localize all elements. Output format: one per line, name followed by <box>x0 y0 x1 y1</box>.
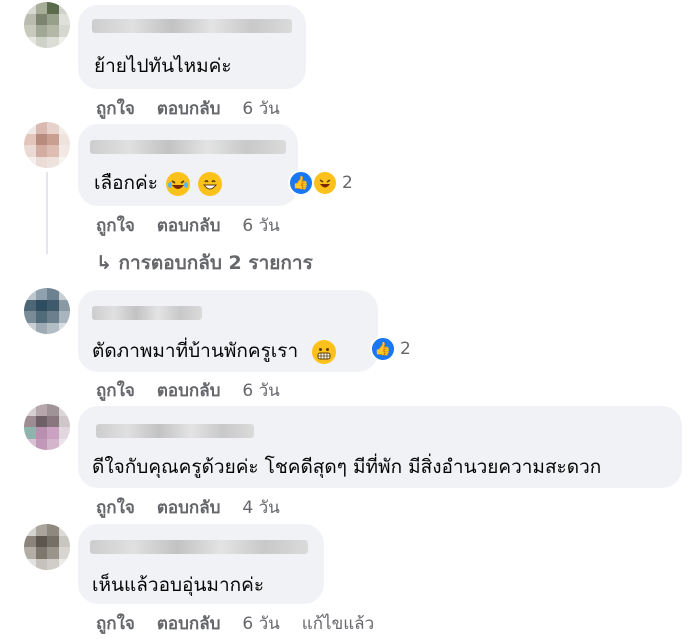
reply-arrow-icon: ↳ <box>96 252 112 274</box>
like-link[interactable]: ถูกใจ <box>96 99 135 119</box>
author-name[interactable] <box>96 424 254 438</box>
avatar[interactable] <box>24 2 70 48</box>
like-link[interactable]: ถูกใจ <box>96 216 135 236</box>
author-name[interactable] <box>90 140 286 154</box>
comment-text: เห็นแล้วอบอุ่นมากค่ะ <box>92 574 265 596</box>
comment-text: ตัดภาพมาที่บ้านพักครูเรา <box>92 336 337 366</box>
author-name[interactable] <box>92 306 202 320</box>
timestamp[interactable]: 6 วัน <box>242 614 279 634</box>
grimacing-emoji <box>312 339 337 364</box>
reply-link[interactable]: ตอบกลับ <box>157 614 221 634</box>
laughing-tears-emoji <box>166 171 191 196</box>
timestamp[interactable]: 6 วัน <box>242 99 279 119</box>
comment-actions: ถูกใจ ตอบกลับ 4 วัน <box>96 494 302 521</box>
timestamp[interactable]: 6 วัน <box>242 381 279 401</box>
edited-label: แก้ไขแล้ว <box>301 614 375 634</box>
like-icon: 👍 <box>370 336 396 362</box>
like-link[interactable]: ถูกใจ <box>96 614 135 634</box>
comment-bubble: ตัดภาพมาที่บ้านพักครูเรา <box>78 290 378 372</box>
like-link[interactable]: ถูกใจ <box>96 498 135 518</box>
comment-text: เลือกค่ะ <box>94 168 223 198</box>
reaction-count: 2 <box>342 173 353 193</box>
comment-actions: ถูกใจ ตอบกลับ 6 วัน แก้ไขแล้ว <box>96 610 396 637</box>
comment-bubble: ดีใจกับคุณครูด้วยค่ะ โชคดีสุดๆ มีที่พัก … <box>78 406 682 488</box>
thread-line <box>46 172 48 254</box>
avatar[interactable] <box>24 404 70 450</box>
comment-actions: ถูกใจ ตอบกลับ 6 วัน <box>96 212 302 239</box>
grinning-emoji <box>198 171 223 196</box>
comment-bubble: เห็นแล้วอบอุ่นมากค่ะ <box>78 524 324 604</box>
author-name[interactable] <box>90 540 308 554</box>
reply-link[interactable]: ตอบกลับ <box>157 381 221 401</box>
like-link[interactable]: ถูกใจ <box>96 381 135 401</box>
reaction-summary[interactable]: 👍 2 <box>288 170 353 196</box>
comment-bubble: เลือกค่ะ <box>78 124 298 206</box>
reply-link[interactable]: ตอบกลับ <box>157 99 221 119</box>
avatar[interactable] <box>24 122 70 168</box>
avatar[interactable] <box>24 288 70 334</box>
comment-actions: ถูกใจ ตอบกลับ 6 วัน <box>96 95 302 122</box>
avatar[interactable] <box>24 524 70 570</box>
view-replies-link[interactable]: ↳ การตอบกลับ 2 รายการ <box>96 248 313 278</box>
timestamp[interactable]: 4 วัน <box>242 498 279 518</box>
comment-text: ดีใจกับคุณครูด้วยค่ะ โชคดีสุดๆ มีที่พัก … <box>92 456 602 478</box>
like-icon: 👍 <box>288 170 314 196</box>
haha-icon <box>312 170 338 196</box>
reaction-count: 2 <box>400 339 411 359</box>
timestamp[interactable]: 6 วัน <box>242 216 279 236</box>
comment-bubble: ย้ายไปทันไหมค่ะ <box>78 5 306 89</box>
author-name[interactable] <box>92 19 292 33</box>
view-replies-label: การตอบกลับ 2 รายการ <box>118 252 313 274</box>
reply-link[interactable]: ตอบกลับ <box>157 216 221 236</box>
reaction-summary[interactable]: 👍 2 <box>370 336 411 362</box>
comment-text: ย้ายไปทันไหมค่ะ <box>94 55 232 77</box>
reply-link[interactable]: ตอบกลับ <box>157 498 221 518</box>
comment-actions: ถูกใจ ตอบกลับ 6 วัน <box>96 377 302 404</box>
